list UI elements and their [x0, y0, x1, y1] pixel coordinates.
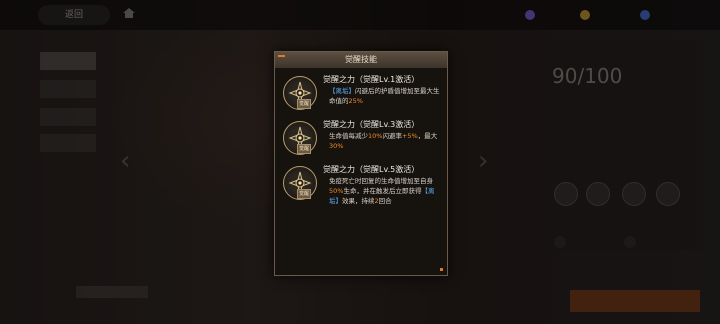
desc-text: 生命值每减少 — [329, 132, 368, 140]
skill-entry: 觉醒 觉醒之力（觉醒Lv.3激活） 生命值每减少10%闪避率+5%，最大 30% — [281, 119, 441, 163]
awakening-tag: 觉醒 — [297, 189, 311, 199]
skill-description: 免疫死亡时回复的生命值增加至自身50%生命，并在触发后立即获得【离垢】效果，持续… — [329, 176, 441, 206]
keyword: 【离垢】 — [329, 87, 355, 95]
awakening-tag: 觉醒 — [297, 144, 311, 154]
skill-title: 觉醒之力（觉醒Lv.1激活） — [323, 75, 420, 84]
value-highlight: 50% — [329, 187, 344, 195]
value-highlight: 25% — [348, 97, 363, 105]
modal-title: 觉醒技能 — [345, 55, 377, 64]
awakening-emblem-icon: 觉醒 — [283, 76, 317, 110]
skill-entry: 觉醒 觉醒之力（觉醒Lv.1激活） 【离垢】闪避后的护盾值增加至最大生命值的25… — [281, 74, 441, 118]
skill-title: 觉醒之力（觉醒Lv.5激活） — [323, 165, 420, 174]
value-highlight: 10% — [368, 132, 383, 140]
value-highlight: 30% — [329, 142, 344, 150]
skill-description: 生命值每减少10%闪避率+5%，最大 30% — [329, 131, 441, 151]
awakening-tag: 觉醒 — [297, 99, 311, 109]
skill-entry: 觉醒 觉醒之力（觉醒Lv.5激活） 免疫死亡时回复的生命值增加至自身 50%生命，… — [281, 164, 441, 224]
modal-header: 觉醒技能 — [275, 52, 447, 68]
desc-text: 闪避率 — [382, 132, 402, 140]
awakening-skills-modal: 觉醒技能 觉醒 觉醒之力（觉醒Lv.1激活） 【离垢】闪避后的护盾值增加至最大生… — [274, 51, 448, 276]
desc-text: ，最大 — [417, 132, 438, 140]
desc-text: 效果，持续 — [342, 197, 375, 205]
desc-text: 回合 — [378, 197, 392, 205]
skill-description: 【离垢】闪避后的护盾值增加至最大生命值的25% — [329, 86, 441, 106]
corner-accent — [440, 268, 443, 271]
desc-text: 免疫死亡时回复的生命值增加至自身 — [329, 177, 433, 185]
awakening-emblem-icon: 觉醒 — [283, 121, 317, 155]
awakening-emblem-icon: 觉醒 — [283, 166, 317, 200]
value-highlight: +5% — [401, 132, 418, 140]
skill-title: 觉醒之力（觉醒Lv.3激活） — [323, 120, 420, 129]
header-accent — [278, 55, 285, 57]
desc-text: 生命，并在触发后立即获得 — [343, 187, 422, 195]
